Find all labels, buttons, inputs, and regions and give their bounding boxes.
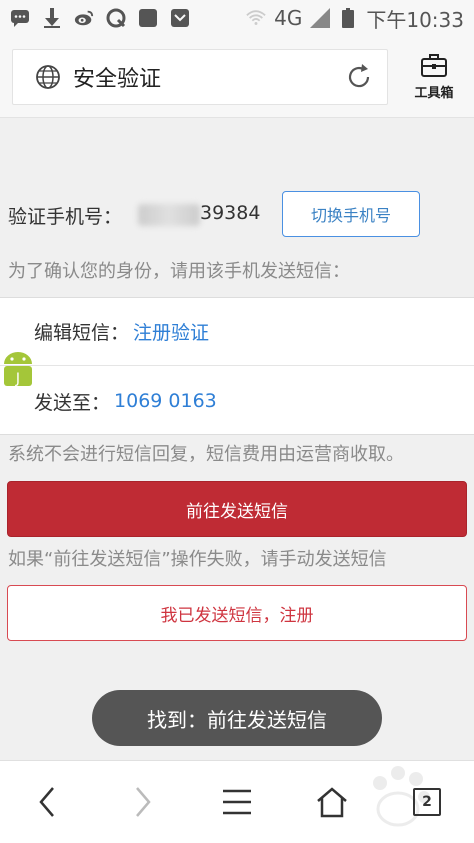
wifi-icon: [246, 8, 266, 28]
find-toast: 找到：前往发送短信: [92, 690, 382, 746]
sms-content-label: 编辑短信：: [34, 322, 130, 344]
identity-hint: 为了确认您的身份，请用该手机发送短信：: [8, 261, 350, 282]
network-type: 4G: [274, 6, 303, 30]
fee-notice: 系统不会进行短信回复，短信费用由运营商收取。: [8, 444, 404, 465]
home-icon: [315, 786, 349, 818]
phone-number: 39384: [200, 202, 261, 224]
q-icon: [106, 8, 126, 28]
chevron-left-icon: [36, 785, 58, 819]
sms-recipient-label: 发送至：: [34, 391, 111, 414]
page-title: 安全验证: [73, 67, 162, 92]
tab-count: 2: [413, 788, 441, 816]
switch-phone-button[interactable]: 切换手机号: [282, 191, 420, 237]
verify-phone-label: 验证手机号：: [8, 206, 123, 228]
sms-recipient-value: 1069 0163: [114, 390, 217, 412]
battery-icon: [338, 8, 358, 28]
bottom-nav: 2: [0, 760, 474, 843]
back-button[interactable]: [22, 779, 72, 825]
refresh-icon[interactable]: [345, 63, 373, 91]
sms-content-row: 编辑短信： 注册验证: [0, 298, 474, 366]
sms-content-value: 注册验证: [133, 322, 210, 344]
chevron-right-icon: [132, 785, 154, 819]
app-icon: [138, 8, 158, 28]
android-floating-icon[interactable]: J: [0, 350, 36, 394]
toolbox-icon: [420, 52, 448, 78]
toolbox-label: 工具箱: [414, 86, 454, 101]
status-bar: 4G 下午10:33: [0, 0, 474, 36]
chat-icon: [10, 8, 30, 28]
address-bar[interactable]: 安全验证: [12, 49, 388, 105]
download-icon: [42, 8, 62, 28]
sms-recipient-row: 发送至： 1069 0163: [0, 367, 474, 435]
toolbox-button[interactable]: 工具箱: [404, 52, 464, 108]
forward-button[interactable]: [118, 779, 168, 825]
verify-phone-row: 验证手机号： 39384 切换手机号: [0, 190, 474, 240]
browser-header: 安全验证 工具箱: [0, 36, 474, 118]
fallback-hint: 如果“前往发送短信”操作失败，请手动发送短信: [8, 549, 387, 570]
sms-panel: 编辑短信： 注册验证 发送至： 1069 0163: [0, 297, 474, 435]
go-send-sms-button[interactable]: 前往发送短信: [7, 481, 467, 537]
menu-icon: [222, 787, 252, 817]
tabs-button[interactable]: 2: [402, 779, 452, 825]
phone-number-redacted: [138, 204, 200, 226]
menu-button[interactable]: [212, 779, 262, 825]
clock: 下午10:33: [366, 7, 464, 32]
weibo-icon: [74, 8, 94, 28]
svg-text:J: J: [15, 371, 20, 387]
signal-icon: [310, 8, 331, 28]
globe-icon: [35, 64, 61, 90]
mail-icon: [170, 8, 190, 28]
sms-sent-register-button[interactable]: 我已发送短信，注册: [7, 585, 467, 641]
